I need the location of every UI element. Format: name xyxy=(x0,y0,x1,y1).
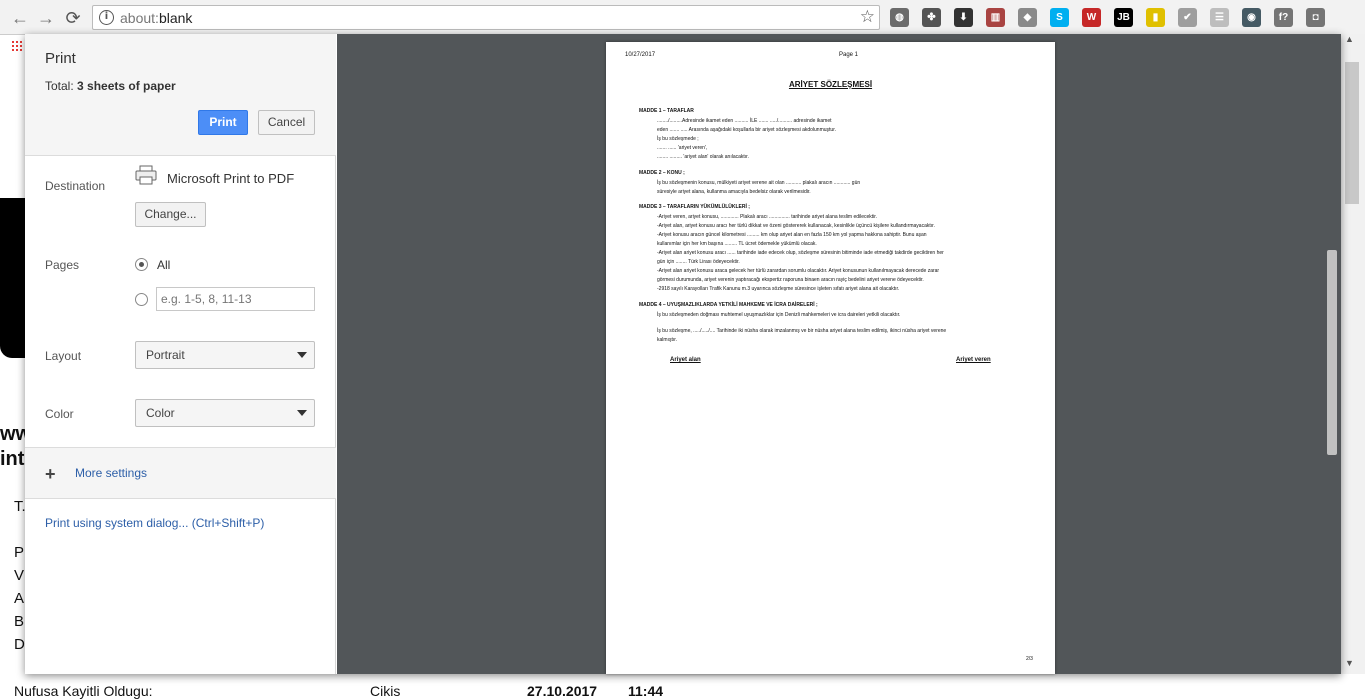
formula-extension-icon[interactable]: f? xyxy=(1274,8,1293,27)
document-line: İş bu sözleşme, ...../...../.... Tarihin… xyxy=(657,328,947,334)
print-settings-panel: Print Total: 3 sheets of paper Print Can… xyxy=(25,34,336,674)
reload-icon[interactable]: ⟳ xyxy=(61,6,85,30)
document-line: İş bu sözleşmede ; xyxy=(657,136,699,142)
browser-toolbar: ← → ⟳ i about:blank ☆ ◍ ✤ ⬇ ▥ ◆ S W JB ▮ ✔ ☰ ◉ f? ◘ xyxy=(0,0,1365,35)
dropdown-caret-icon xyxy=(297,352,307,358)
color-select-value: Color xyxy=(146,406,175,420)
cancel-button[interactable]: Cancel xyxy=(258,110,315,135)
bg-fragment: B xyxy=(14,613,25,630)
camera-extension-icon[interactable]: ◘ xyxy=(1306,8,1325,27)
bottom-row-date: 27.10.2017 xyxy=(527,683,598,699)
bottom-row-label: Nufusa Kayitli Oldugu: xyxy=(14,683,153,699)
signature-left: Ariyet alan xyxy=(670,357,701,363)
download-extension-icon[interactable]: ⬇ xyxy=(954,8,973,27)
page-scrollbar[interactable]: ▲ ▼ xyxy=(1341,34,1365,674)
globe-extension-icon[interactable]: ◍ xyxy=(890,8,909,27)
document-line: İş bu sözleşmenin konusu, mülkiyeti ariy… xyxy=(657,180,861,186)
bg-fragment: int xyxy=(0,448,25,470)
document-line: -Ariyet alan ariyet konusu araca gelecek… xyxy=(657,268,940,274)
document-line: ....... ...... 'ariyet veren', xyxy=(657,145,708,151)
document-line: İş bu sözleşmeden doğması muhtemel uyuşm… xyxy=(657,312,901,318)
dialog-title: Print xyxy=(45,50,76,67)
preview-page: 10/27/2017 Page 1 ARİYET SÖZLEŞMESİ MADD… xyxy=(606,42,1055,674)
bottom-row-time: 11:44 xyxy=(628,683,664,699)
document-line: ......../.........Adresinde ikamet eden … xyxy=(657,118,832,124)
pages-all-radio[interactable] xyxy=(135,258,148,271)
change-destination-button[interactable]: Change... xyxy=(135,202,206,227)
system-dialog-link[interactable]: Print using system dialog... (Ctrl+Shift… xyxy=(45,516,264,530)
document-line: gün için ........ Türk Lirası ödeyecekti… xyxy=(657,259,740,265)
document-line: -Ariyet alan ariyet konusu aracı ...... … xyxy=(657,250,944,256)
signature-right: Ariyet veren xyxy=(956,357,991,363)
page-header-number: Page 1 xyxy=(839,52,859,58)
document-line: -2918 sayılı Karayolları Trafik Kanunu m… xyxy=(657,286,900,292)
check-extension-icon[interactable]: ✔ xyxy=(1178,8,1197,27)
flashlight-extension-icon[interactable]: ▮ xyxy=(1146,8,1165,27)
printer-icon xyxy=(135,165,157,185)
pages-range-radio[interactable] xyxy=(135,293,148,306)
scroll-up-arrow-icon[interactable]: ▲ xyxy=(1345,34,1354,44)
document-line: görmesi durumunda, ariyet verenin yaptır… xyxy=(657,277,924,283)
bg-fragment: A xyxy=(14,590,25,607)
jb-extension-icon[interactable]: JB xyxy=(1114,8,1133,27)
pages-label: Pages xyxy=(45,258,80,272)
bg-fragment: T. xyxy=(14,498,26,515)
more-settings-row[interactable]: + More settings xyxy=(25,447,336,499)
dropdown-caret-icon xyxy=(297,410,307,416)
eye-extension-icon[interactable]: ◉ xyxy=(1242,8,1261,27)
page-scroll-thumb[interactable] xyxy=(1345,62,1359,204)
plus-icon: + xyxy=(45,464,56,484)
preview-scroll-thumb[interactable] xyxy=(1327,250,1337,455)
document-line: kullanımlar için her km başına .........… xyxy=(657,241,817,247)
section-heading: MADDE 1 – TARAFLAR xyxy=(639,108,694,114)
more-settings-link[interactable]: More settings xyxy=(75,466,147,480)
page-header-date: 10/27/2017 xyxy=(625,52,656,58)
address-bar[interactable]: i about:blank ☆ xyxy=(92,5,880,30)
document-line: -Ariyet konusu aracın güncel kilometresi… xyxy=(657,232,927,238)
scroll-down-arrow-icon[interactable]: ▼ xyxy=(1345,658,1354,668)
document-line: kalmıştır. xyxy=(657,337,678,343)
bg-fragment: P xyxy=(14,544,25,561)
document-line: -Ariyet alan, ariyet konusu aracı her tü… xyxy=(657,223,935,229)
destination-printer-name: Microsoft Print to PDF xyxy=(167,171,295,186)
bg-fragment: V xyxy=(14,567,25,584)
document-line: ........ ......... 'ariyet alan' olarak … xyxy=(657,154,749,160)
puzzle-extension-icon[interactable]: ✤ xyxy=(922,8,941,27)
section-heading: MADDE 3 – TARAFLARIN YÜKÜMLÜLÜKLERİ ; xyxy=(639,204,750,210)
print-button[interactable]: Print xyxy=(198,110,248,135)
document-title: ARİYET SÖZLEŞMESİ xyxy=(788,80,873,89)
w-extension-icon[interactable]: W xyxy=(1082,8,1101,27)
document-line: -Ariyet veren, ariyet konusu, ..........… xyxy=(657,214,878,220)
bottom-row-action: Cikis xyxy=(370,683,401,699)
bg-fragment: D xyxy=(14,636,25,653)
page-extension-icon[interactable]: ☰ xyxy=(1210,8,1229,27)
info-icon[interactable]: i xyxy=(99,10,114,25)
layout-label: Layout xyxy=(45,349,82,363)
color-label: Color xyxy=(45,407,74,421)
pages-range-input[interactable] xyxy=(156,287,315,311)
destination-label: Destination xyxy=(45,179,106,193)
book-extension-icon[interactable]: ▥ xyxy=(986,8,1005,27)
section-heading: MADDE 2 – KONU ; xyxy=(639,170,685,176)
document-line: eden ....... ..... Arasında aşağıdaki ko… xyxy=(657,127,836,133)
bookmark-star-icon[interactable]: ☆ xyxy=(860,7,875,27)
section-heading: MADDE 4 – UYUŞMAZLIKLARDA YETKİLİ MAHKEM… xyxy=(639,302,818,308)
layout-select-value: Portrait xyxy=(146,348,185,362)
forward-icon[interactable]: → xyxy=(34,6,58,30)
print-dialog: Print Total: 3 sheets of paper Print Can… xyxy=(25,34,1341,674)
document-line: süresiyle ariyet alana, kullanma amacıyl… xyxy=(657,189,811,195)
sheet-total: Total: 3 sheets of paper xyxy=(45,79,176,93)
layout-select[interactable]: Portrait xyxy=(135,341,315,369)
cube-extension-icon[interactable]: ◆ xyxy=(1018,8,1037,27)
url-text: about:blank xyxy=(120,10,193,26)
back-icon[interactable]: ← xyxy=(8,6,32,30)
pages-all-label: All xyxy=(157,258,171,272)
print-preview: 10/27/2017 Page 1 ARİYET SÖZLEŞMESİ MADD… xyxy=(337,34,1341,674)
print-header: Print Total: 3 sheets of paper Print Can… xyxy=(25,34,336,156)
skype-extension-icon[interactable]: S xyxy=(1050,8,1069,27)
page-footer: 2/3 xyxy=(1026,656,1033,662)
color-select[interactable]: Color xyxy=(135,399,315,427)
